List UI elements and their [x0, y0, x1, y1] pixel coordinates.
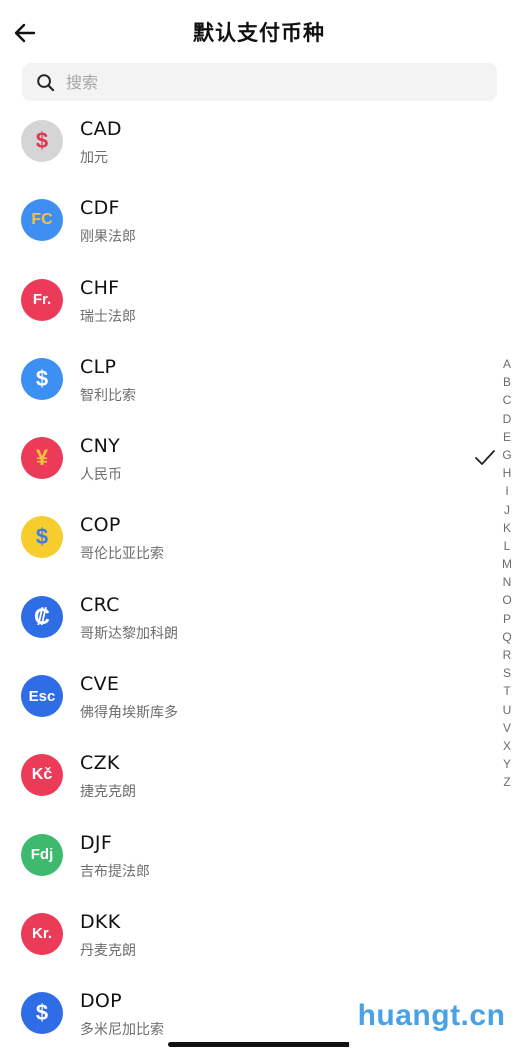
currency-code: DKK	[80, 910, 121, 933]
index-letter-p[interactable]: P	[496, 610, 518, 628]
search-input[interactable]	[66, 63, 466, 101]
currency-item-czk[interactable]: Kč CZK 捷克克朗	[0, 742, 470, 821]
currency-icon: $	[21, 992, 63, 1035]
index-letter-b[interactable]: B	[496, 373, 518, 391]
currency-item-cdf[interactable]: FC CDF 刚果法郎	[0, 187, 470, 266]
search-bar[interactable]	[22, 63, 497, 101]
index-letter-s[interactable]: S	[496, 664, 518, 682]
currency-name: 丹麦克朗	[80, 942, 136, 959]
currency-list: $ CAD 加元 FC CDF 刚果法郎 Fr. CHF 瑞士法郎 $ CLP 智利比索 ¥ CNY 人民币…	[0, 108, 470, 1056]
currency-name: 刚果法郎	[80, 229, 136, 246]
currency-name: 佛得角埃斯库多	[80, 705, 178, 722]
index-letter-j[interactable]: J	[496, 501, 518, 519]
currency-code: CHF	[80, 276, 120, 299]
currency-item-djf[interactable]: Fdj DJF 吉布提法郎	[0, 822, 470, 901]
index-letter-l[interactable]: L	[496, 537, 518, 555]
currency-icon: ¥	[21, 437, 63, 480]
currency-name: 捷克克朗	[80, 784, 136, 801]
currency-icon: Fdj	[21, 833, 63, 876]
currency-code: DJF	[80, 831, 113, 854]
currency-icon: Kr.	[21, 912, 63, 955]
page-title: 默认支付币种	[193, 21, 325, 45]
index-letter-m[interactable]: M	[496, 555, 518, 573]
currency-code: CZK	[80, 752, 120, 775]
currency-code: CDF	[80, 197, 120, 220]
index-letter-i[interactable]: I	[496, 482, 518, 500]
currency-name: 加元	[80, 150, 108, 166]
currency-item-cny[interactable]: ¥ CNY 人民币	[0, 425, 470, 504]
currency-icon: $	[21, 357, 63, 400]
currency-name: 吉布提法郎	[80, 863, 150, 880]
currency-code: DOP	[80, 990, 122, 1013]
header: 默认支付币种	[0, 0, 518, 62]
index-letter-r[interactable]: R	[496, 646, 518, 664]
currency-item-chf[interactable]: Fr. CHF 瑞士法郎	[0, 267, 470, 346]
currency-icon: Esc	[21, 675, 63, 718]
currency-item-cve[interactable]: Esc CVE 佛得角埃斯库多	[0, 663, 470, 742]
currency-item-clp[interactable]: $ CLP 智利比索	[0, 346, 470, 425]
index-letter-d[interactable]: D	[496, 410, 518, 428]
currency-name: 哥伦比亚比索	[80, 546, 164, 563]
index-letter-a[interactable]: A	[496, 355, 518, 373]
currency-code: CNY	[80, 435, 120, 458]
currency-item-cad[interactable]: $ CAD 加元	[0, 108, 470, 187]
index-letter-z[interactable]: Z	[496, 773, 518, 791]
index-letter-y[interactable]: Y	[496, 755, 518, 773]
currency-name: 多米尼加比索	[80, 1022, 164, 1039]
currency-icon: Fr.	[21, 278, 63, 321]
currency-item-dkk[interactable]: Kr. DKK 丹麦克朗	[0, 901, 470, 980]
index-letter-g[interactable]: G	[496, 446, 518, 464]
alphabet-index[interactable]: ABCDEGHIJKLMNOPQRSTUVXYZ	[496, 355, 518, 792]
checkmark-icon	[475, 450, 495, 465]
index-letter-e[interactable]: E	[496, 428, 518, 446]
currency-name: 瑞士法郎	[80, 308, 136, 325]
currency-icon: Kč	[21, 754, 63, 797]
index-letter-c[interactable]: C	[496, 391, 518, 409]
currency-icon: $	[21, 516, 63, 559]
watermark: huangt.cn	[349, 985, 514, 1047]
currency-code: COP	[80, 514, 121, 537]
currency-code: CLP	[80, 355, 117, 378]
index-letter-t[interactable]: T	[496, 682, 518, 700]
currency-icon: FC	[21, 199, 63, 242]
currency-icon: $	[21, 120, 63, 162]
index-letter-v[interactable]: V	[496, 719, 518, 737]
search-icon	[37, 74, 55, 92]
currency-name: 智利比索	[80, 387, 136, 404]
index-letter-o[interactable]: O	[496, 591, 518, 609]
index-letter-q[interactable]: Q	[496, 628, 518, 646]
index-letter-n[interactable]: N	[496, 573, 518, 591]
index-letter-h[interactable]: H	[496, 464, 518, 482]
currency-icon: ₡	[21, 595, 63, 638]
index-letter-x[interactable]: X	[496, 737, 518, 755]
home-indicator	[168, 1042, 351, 1047]
currency-name: 哥斯达黎加科朗	[80, 625, 178, 642]
currency-code: CVE	[80, 673, 120, 696]
currency-code: CAD	[80, 118, 122, 140]
currency-item-cop[interactable]: $ COP 哥伦比亚比索	[0, 504, 470, 583]
currency-name: 人民币	[80, 467, 122, 484]
currency-item-crc[interactable]: ₡ CRC 哥斯达黎加科朗	[0, 584, 470, 663]
index-letter-u[interactable]: U	[496, 701, 518, 719]
index-letter-k[interactable]: K	[496, 519, 518, 537]
currency-code: CRC	[80, 593, 120, 616]
